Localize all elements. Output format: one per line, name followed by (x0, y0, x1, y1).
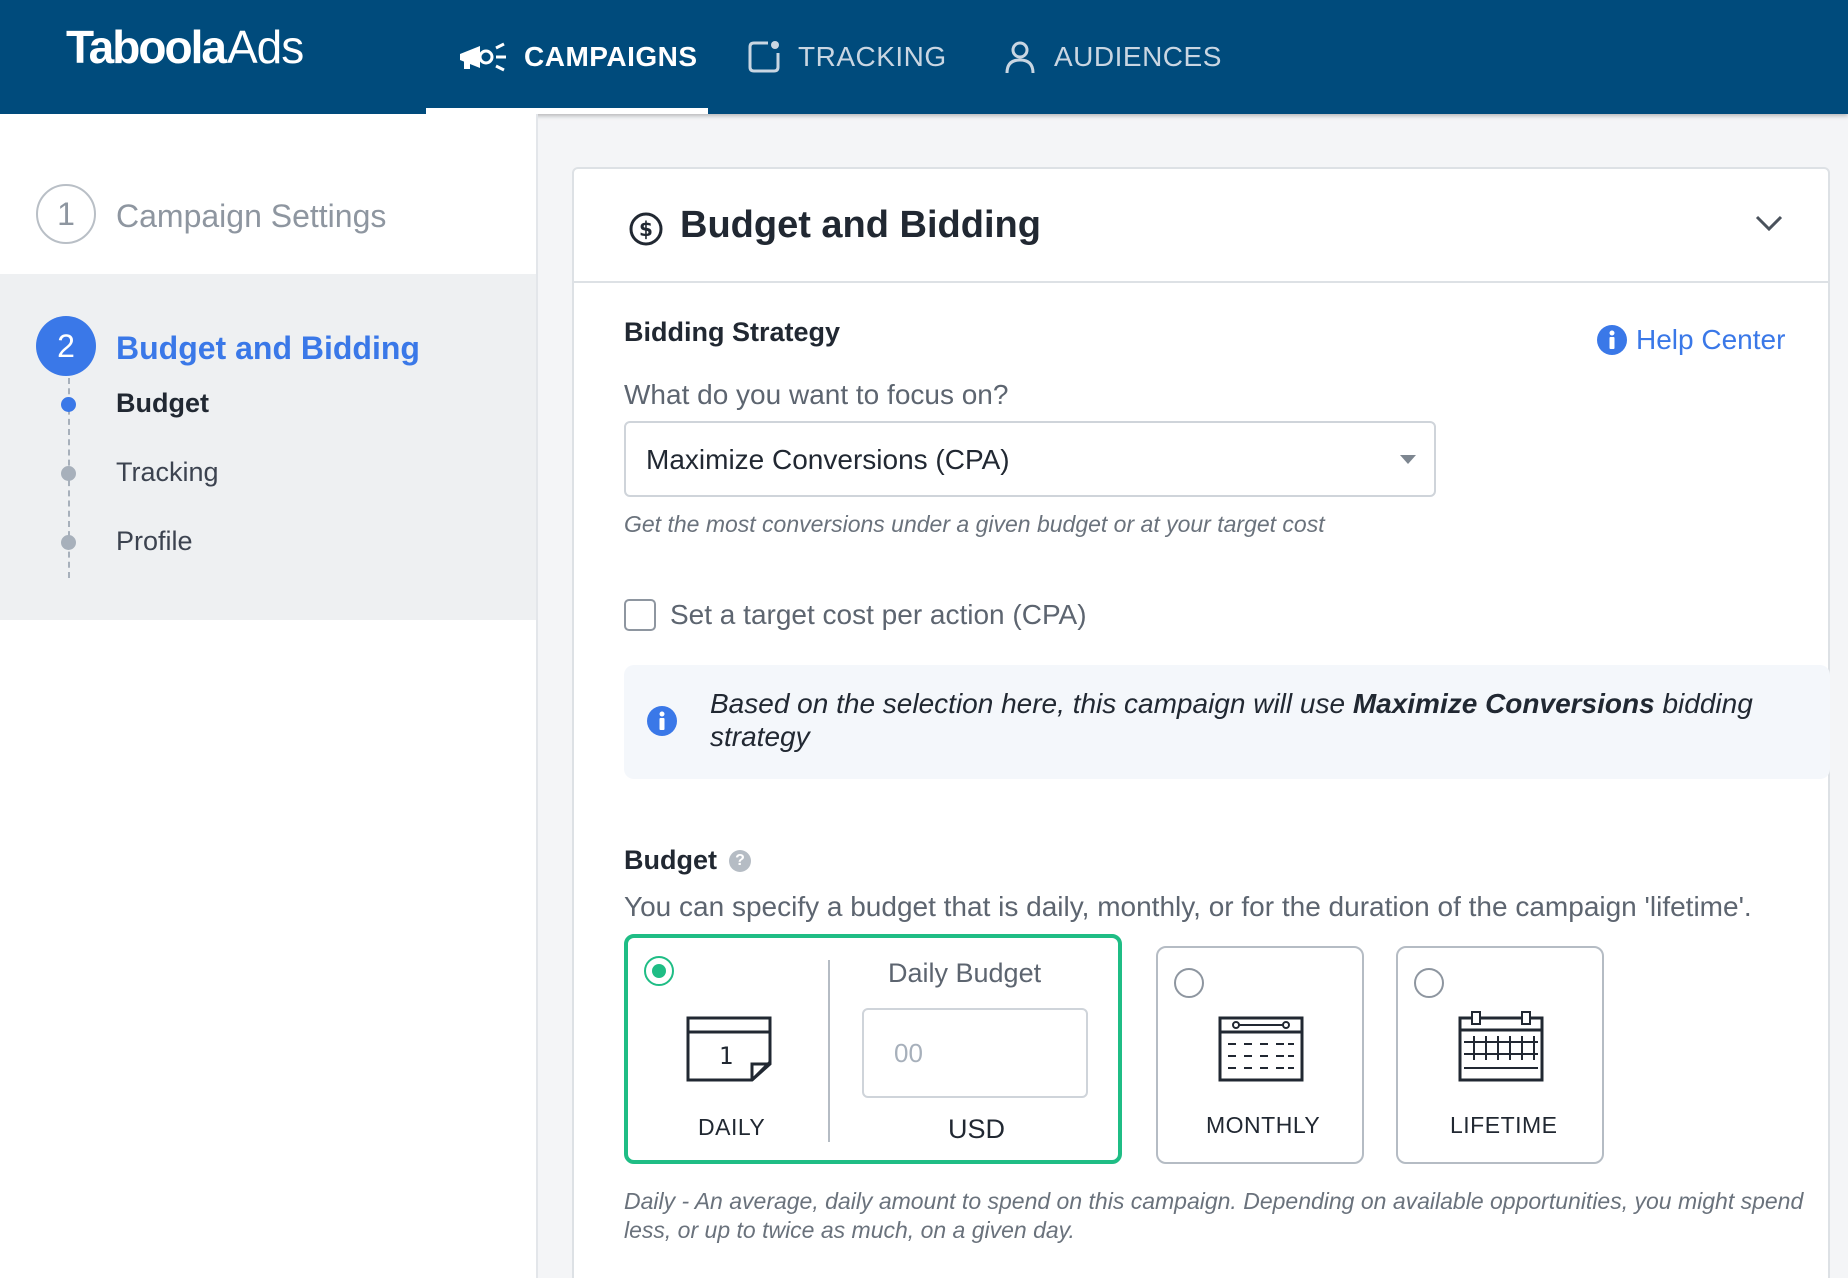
nav-tracking[interactable]: TRACKING (746, 0, 947, 114)
bidding-strategy-select[interactable]: Maximize Conversions (CPA) (624, 421, 1436, 497)
target-cpa-checkbox[interactable] (624, 599, 656, 631)
focus-question-label: What do you want to focus on? (624, 379, 1009, 410)
currency-label: USD (948, 1114, 1006, 1144)
bidding-strategy-hint: Get the most conversions under a given b… (624, 511, 1325, 537)
option-divider (828, 960, 830, 1142)
budget-option-lifetime[interactable]: LIFETIME (1396, 946, 1604, 1164)
info-prefix: Based on the selection here, this campai… (710, 688, 1353, 719)
strategy-info-box: Based on the selection here, this campai… (624, 665, 1830, 779)
daily-radio[interactable] (644, 956, 674, 986)
bidding-strategy-title: Bidding Strategy (624, 317, 841, 347)
substep-profile[interactable]: Profile (116, 526, 193, 557)
budget-description: You can specify a budget that is daily, … (624, 891, 1752, 922)
step-label: Budget and Bidding (116, 330, 420, 366)
question-mark-icon[interactable]: ? (728, 849, 751, 872)
info-icon (1597, 325, 1627, 355)
top-nav: Taboola Ads CAMPAIGNS TRACKING AUDIENCES (0, 0, 1848, 114)
budget-section-title: Budget ? (624, 845, 751, 876)
budget-bidding-card: $ Budget and Bidding Bidding Strategy He… (572, 167, 1830, 1278)
budget-option-monthly[interactable]: MONTHLY (1156, 946, 1364, 1164)
logo-sub-text: Ads (226, 21, 304, 73)
monthly-radio[interactable] (1174, 968, 1204, 998)
nav-audiences[interactable]: AUDIENCES (1002, 0, 1222, 114)
help-center-label: Help Center (1636, 324, 1786, 355)
daily-label: DAILY (698, 1114, 766, 1140)
nav-tracking-label: TRACKING (798, 41, 947, 72)
info-icon (647, 706, 677, 736)
caret-down-icon (1400, 455, 1416, 464)
budget-title-text: Budget (624, 845, 717, 875)
step-number-circle: 2 (36, 316, 96, 376)
wizard-sidebar: 1 Campaign Settings 2 Budget and Bidding… (0, 114, 538, 1278)
taboola-ads-logo[interactable]: Taboola Ads (66, 20, 304, 73)
nav-campaigns-label: CAMPAIGNS (524, 41, 698, 72)
step-budget-and-bidding[interactable]: 2 Budget and Bidding Budget Tracking Pro… (0, 274, 536, 620)
card-header[interactable]: $ Budget and Bidding (574, 169, 1828, 283)
monthly-label: MONTHLY (1206, 1112, 1321, 1138)
daily-budget-placeholder: 00 (894, 1038, 923, 1068)
monthly-calendar-icon (1218, 1016, 1304, 1082)
daily-budget-title: Daily Budget (888, 958, 1042, 988)
substep-budget[interactable]: Budget (116, 388, 209, 419)
tracking-icon (748, 41, 780, 73)
card-title: Budget and Bidding (680, 204, 1041, 246)
step-label: Campaign Settings (116, 198, 387, 234)
nav-campaigns[interactable]: CAMPAIGNS (456, 0, 698, 114)
lifetime-calendar-icon (1458, 1011, 1544, 1082)
substep-tracking[interactable]: Tracking (116, 457, 219, 488)
budget-footnote: Daily - An average, daily amount to spen… (624, 1188, 1804, 1243)
lifetime-radio[interactable] (1414, 968, 1444, 998)
user-icon (1005, 41, 1035, 74)
info-strategy-name: Maximize Conversions (1352, 688, 1655, 719)
substep-dot (61, 397, 76, 412)
budget-option-daily[interactable]: 1 DAILY Daily Budget 00 USD (624, 934, 1122, 1164)
bidding-strategy-value: Maximize Conversions (CPA) (646, 444, 1010, 475)
help-center-link[interactable]: Help Center (1596, 324, 1785, 356)
substep-dot (61, 535, 76, 550)
calendar-day-text: 1 (719, 1042, 733, 1070)
step-number-circle: 1 (36, 184, 96, 244)
megaphone-icon (460, 42, 506, 72)
logo-main-text: Taboola (66, 21, 227, 73)
daily-budget-input[interactable]: 00 (862, 1008, 1088, 1098)
chevron-down-icon[interactable] (1754, 213, 1784, 233)
substep-dot (61, 466, 76, 481)
step-campaign-settings[interactable]: 1 Campaign Settings (0, 164, 538, 274)
target-cpa-label: Set a target cost per action (CPA) (670, 599, 1087, 630)
strategy-info-text: Based on the selection here, this campai… (710, 687, 1800, 753)
dollar-circle-icon: $ (629, 212, 663, 246)
svg-text:$: $ (639, 217, 653, 241)
daily-calendar-icon: 1 (686, 1016, 772, 1082)
target-cpa-checkbox-row[interactable]: Set a target cost per action (CPA) (624, 599, 1087, 631)
nav-audiences-label: AUDIENCES (1054, 41, 1222, 72)
lifetime-label: LIFETIME (1450, 1112, 1558, 1138)
